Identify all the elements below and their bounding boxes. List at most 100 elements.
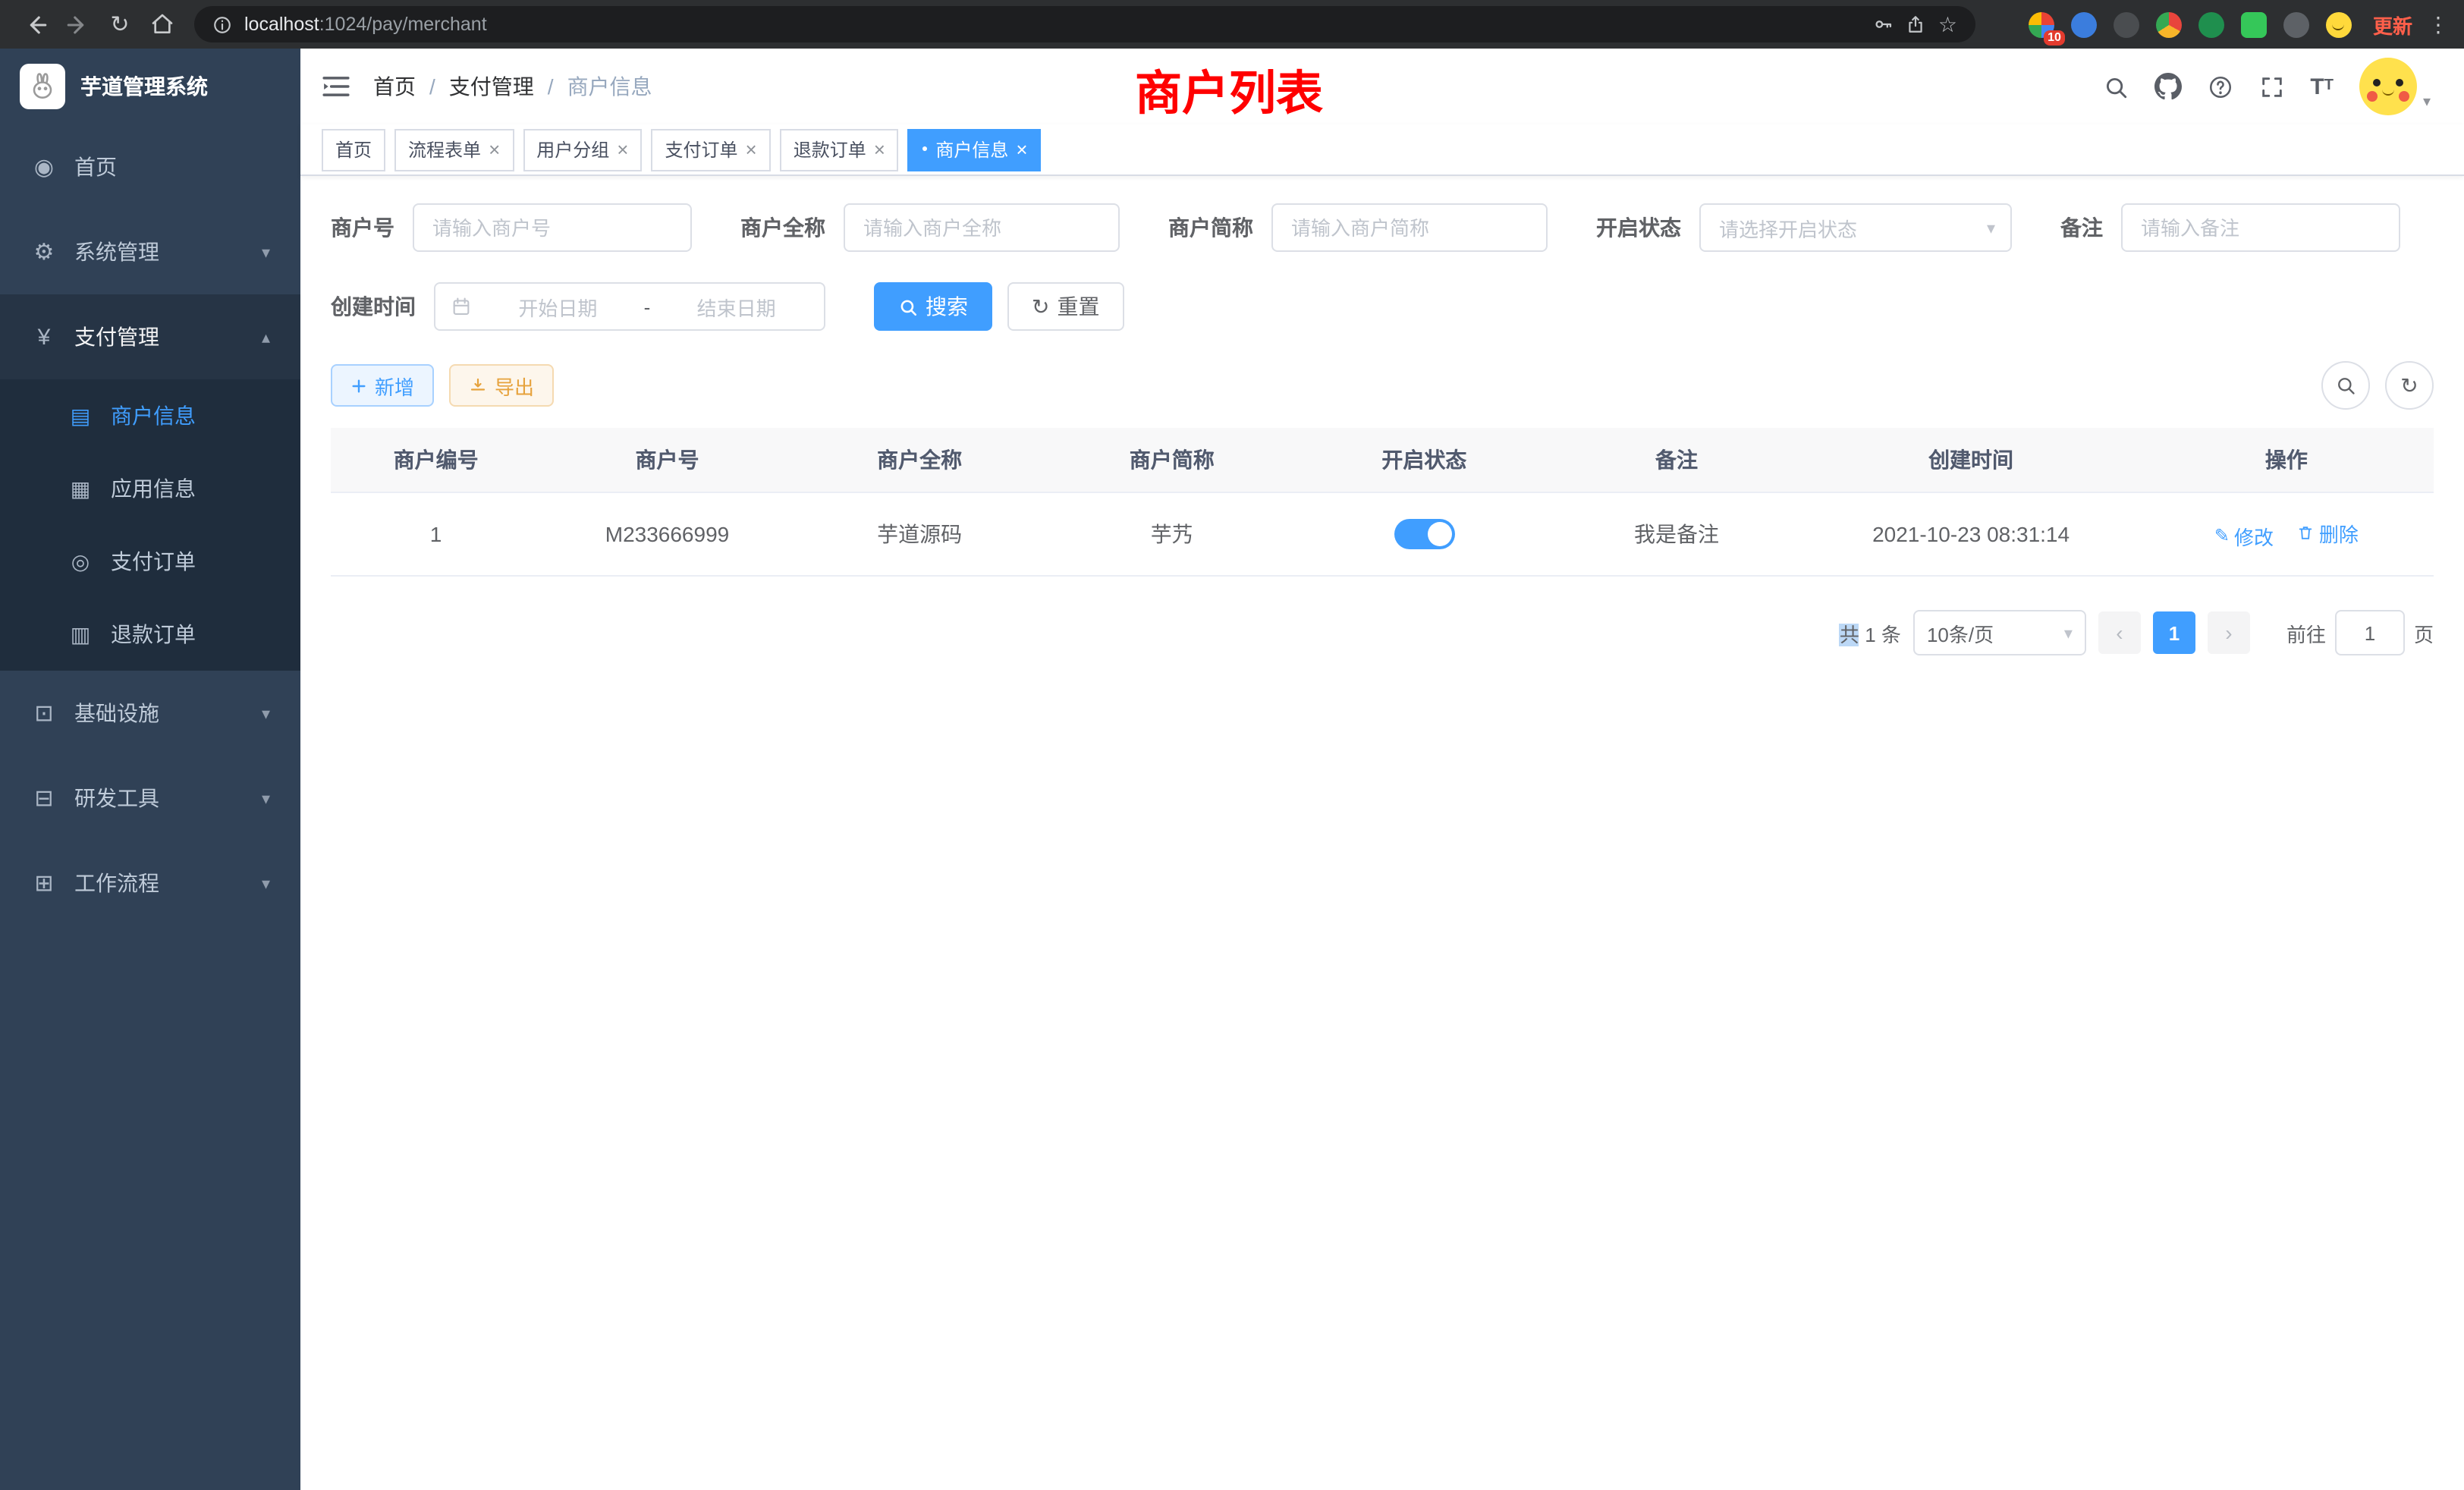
extension-green-square-icon[interactable] (2241, 11, 2267, 37)
browser-back-icon[interactable] (15, 5, 55, 44)
toggle-search-icon[interactable] (2321, 361, 2370, 410)
record-icon: ◎ (67, 549, 94, 574)
sidebar-item-payment[interactable]: ¥ 支付管理 ▴ (0, 294, 300, 379)
prev-page-button[interactable]: ‹ (2098, 611, 2141, 654)
refresh-table-icon[interactable]: ↻ (2385, 361, 2434, 410)
password-key-icon[interactable] (1873, 14, 1894, 35)
cell-actions: ✎ 修改 删除 (2139, 492, 2434, 576)
help-icon[interactable] (2207, 74, 2233, 99)
page-size-select[interactable]: 10条/页 ▾ (1913, 610, 2086, 655)
remark-input[interactable] (2121, 203, 2400, 252)
tab-process-form[interactable]: 流程表单 × (394, 128, 514, 171)
column-header-remark: 备注 (1551, 428, 1803, 492)
create-time-range-picker[interactable]: 开始日期 - 结束日期 (434, 282, 825, 331)
tools-icon: ⊟ (30, 784, 58, 812)
sidebar-item-app-info[interactable]: ▦ 应用信息 (0, 452, 300, 525)
extension-pin-icon[interactable] (2283, 11, 2309, 37)
tab-home[interactable]: 首页 (322, 128, 385, 171)
sidebar-item-workflow[interactable]: ⊞ 工作流程 ▾ (0, 841, 300, 926)
browser-menu-icon[interactable]: ⋮ (2428, 11, 2449, 37)
close-icon[interactable]: × (1016, 140, 1027, 159)
goto-page-input[interactable] (2335, 610, 2405, 655)
user-menu[interactable]: ▾ (2359, 58, 2431, 115)
tab-pay-order[interactable]: 支付订单 × (651, 128, 770, 171)
short-name-input[interactable] (1271, 203, 1548, 252)
grid-icon: ▦ (67, 476, 94, 501)
link-label: 修改 (2234, 521, 2274, 550)
cell-full-name: 芋道源码 (794, 492, 1046, 576)
merchant-no-input[interactable] (413, 203, 692, 252)
field-label: 商户简称 (1168, 212, 1253, 243)
github-icon[interactable] (2154, 73, 2181, 100)
gear-icon: ⚙ (30, 238, 58, 266)
avatar[interactable] (2359, 58, 2417, 115)
app-logo[interactable]: 芋道管理系统 (0, 49, 300, 124)
column-header-actions: 操作 (2139, 428, 2434, 492)
browser-forward-icon[interactable] (58, 5, 97, 44)
browser-update-button[interactable]: 更新 (2373, 10, 2412, 39)
sidebar-item-home[interactable]: ◉ 首页 (0, 124, 300, 209)
button-label: 重置 (1057, 291, 1099, 322)
breadcrumb-home[interactable]: 首页 (373, 71, 416, 102)
tab-refund-order[interactable]: 退款订单 × (780, 128, 899, 171)
cell-merchant-no: M233666999 (541, 492, 794, 576)
filter-status: 开启状态 请选择开启状态 ▾ (1596, 203, 2012, 252)
close-icon[interactable]: × (489, 140, 500, 159)
delete-button[interactable]: 删除 (2298, 518, 2359, 547)
fullscreen-icon[interactable] (2258, 74, 2284, 99)
filter-remark: 备注 (2060, 203, 2400, 252)
next-page-button[interactable]: › (2208, 611, 2250, 654)
sidebar-item-refund-order[interactable]: ▥ 退款订单 (0, 598, 300, 671)
sidebar-collapse-icon[interactable] (322, 74, 350, 99)
sidebar-item-infrastructure[interactable]: ⊡ 基础设施 ▾ (0, 671, 300, 756)
search-button[interactable]: 搜索 (874, 282, 992, 331)
extension-gray-icon[interactable] (2114, 11, 2139, 37)
sidebar-item-dev-tools[interactable]: ⊟ 研发工具 ▾ (0, 756, 300, 841)
extension-blue-icon[interactable] (2071, 11, 2097, 37)
full-name-input[interactable] (844, 203, 1120, 252)
extension-darkgreen-icon[interactable] (2198, 11, 2224, 37)
close-icon[interactable]: × (874, 140, 885, 159)
total-text: 共 1 条 (1840, 618, 1901, 647)
export-button[interactable]: 导出 (449, 364, 554, 407)
url-path: :1024/pay/merchant (319, 14, 487, 35)
document-icon: ▥ (67, 621, 94, 647)
button-label: 导出 (495, 371, 534, 400)
font-size-icon[interactable]: TT (2310, 75, 2334, 98)
extension-ring-icon[interactable] (2156, 11, 2182, 37)
bookmark-star-icon[interactable]: ☆ (1938, 14, 1957, 35)
sidebar-item-merchant-info[interactable]: ▤ 商户信息 (0, 379, 300, 452)
browser-home-icon[interactable] (143, 5, 182, 44)
sidebar-item-label: 系统管理 (74, 237, 245, 267)
browser-reload-icon[interactable]: ↻ (100, 5, 140, 44)
field-label: 创建时间 (331, 291, 416, 322)
table-row: 1 M233666999 芋道源码 芋艿 我是备注 2021-10-23 08:… (331, 492, 2434, 576)
sidebar-item-label: 工作流程 (74, 868, 245, 898)
extension-colorful-icon[interactable]: 10 (2029, 11, 2054, 37)
address-bar[interactable]: localhost:1024/pay/merchant ☆ (194, 6, 1975, 42)
active-dot-icon: ● (922, 144, 928, 155)
browser-profile-avatar[interactable] (2326, 11, 2352, 37)
site-info-icon[interactable] (212, 14, 232, 34)
goto-unit: 页 (2414, 618, 2434, 647)
close-icon[interactable]: × (746, 140, 757, 159)
chevron-down-icon: ▾ (262, 703, 270, 723)
search-icon[interactable] (2102, 74, 2128, 99)
edit-button[interactable]: ✎ 修改 (2214, 521, 2274, 550)
sidebar-item-pay-order[interactable]: ◎ 支付订单 (0, 525, 300, 598)
share-icon[interactable] (1906, 14, 1926, 35)
close-icon[interactable]: × (617, 140, 628, 159)
end-date-placeholder: 结束日期 (664, 292, 809, 321)
page-number-button[interactable]: 1 (2153, 611, 2195, 654)
add-button[interactable]: 新增 (331, 364, 434, 407)
status-select[interactable]: 请选择开启状态 ▾ (1699, 203, 2012, 252)
sidebar-item-system[interactable]: ⚙ 系统管理 ▾ (0, 209, 300, 294)
breadcrumb-section[interactable]: 支付管理 (449, 71, 534, 102)
tab-user-group[interactable]: 用户分组 × (523, 128, 642, 171)
calendar-icon (451, 296, 472, 317)
chevron-down-icon: ▾ (2423, 94, 2431, 115)
reset-button[interactable]: ↻ 重置 (1007, 282, 1124, 331)
tab-merchant-info[interactable]: ● 商户信息 × (908, 128, 1042, 171)
status-toggle[interactable] (1394, 519, 1454, 549)
sidebar-item-label: 商户信息 (111, 401, 196, 431)
